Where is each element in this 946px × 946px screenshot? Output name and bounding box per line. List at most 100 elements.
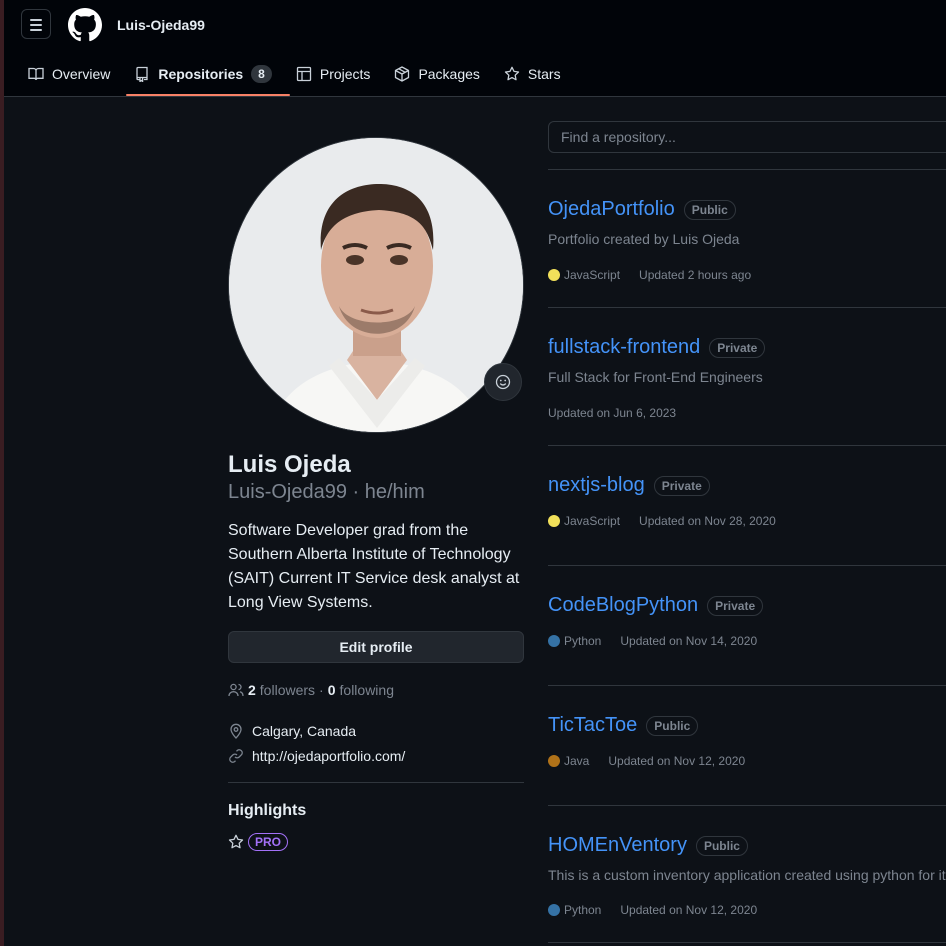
repo-icon (136, 66, 149, 82)
github-logo-icon[interactable] (68, 8, 102, 42)
repo-name-link[interactable]: CodeBlogPython (548, 594, 698, 617)
language-name: JavaScript (564, 514, 621, 528)
repo-language: JavaScript (548, 268, 620, 282)
menu-button[interactable] (21, 9, 51, 39)
visibility-badge: Private (709, 337, 766, 358)
profile-bio: Software Developer grad from the Souther… (228, 522, 520, 611)
tab-repositories[interactable]: Repositories 8 (126, 60, 290, 96)
repo-item: CodeBlogPython Private Python Updated on… (548, 594, 946, 648)
language-name: JavaScript (564, 268, 621, 282)
profile-name: Luis Ojeda (228, 451, 351, 478)
repo-name-link[interactable]: OjedaPortfolio (548, 198, 675, 221)
location-row: Calgary, Canada (228, 723, 356, 739)
repo-divider (548, 169, 946, 170)
book-icon (28, 67, 44, 80)
website-row: http://ojedaportfolio.com/ (228, 748, 405, 764)
followers-link[interactable]: followers (260, 682, 315, 698)
visibility-badge: Public (695, 835, 748, 856)
repo-language: Java (548, 754, 589, 768)
repo-divider (548, 942, 946, 943)
language-name: Python (564, 903, 602, 917)
repo-item: HOMEnVentory Public This is a custom inv… (548, 834, 946, 924)
language-name: Java (564, 754, 590, 768)
repo-updated: Updated on Jun 6, 2023 (548, 406, 677, 420)
repo-item: nextjs-blog Private JavaScript Updated o… (548, 474, 946, 528)
tab-stars[interactable]: Stars (504, 60, 571, 87)
profile-handle: Luis-Ojeda99 · he/him (228, 481, 425, 503)
menu-icon (30, 19, 42, 21)
followers-count[interactable]: 2 (248, 682, 256, 698)
repo-meta: Python Updated on Nov 12, 2020 (548, 903, 757, 917)
tab-overview[interactable]: Overview (28, 60, 120, 87)
tab-overview-label: Overview (52, 65, 111, 82)
repo-divider (548, 805, 946, 806)
repo-count-badge: 8 (251, 64, 272, 83)
pro-highlight: PRO (228, 833, 289, 851)
repo-divider (548, 307, 946, 308)
location-icon (230, 723, 242, 739)
repo-name-link[interactable]: HOMEnVentory (548, 834, 687, 857)
repo-meta: Java Updated on Nov 12, 2020 (548, 754, 745, 768)
tab-projects-label: Projects (319, 65, 371, 82)
header-username[interactable]: Luis-Ojeda99 (117, 17, 205, 33)
repo-meta: JavaScript Updated on Nov 28, 2020 (548, 514, 776, 528)
tab-packages[interactable]: Packages (394, 60, 489, 87)
repo-updated: Updated on Nov 14, 2020 (620, 634, 758, 648)
repo-search-input[interactable] (548, 121, 946, 153)
language-name: Python (564, 634, 602, 648)
repo-description: Portfolio created by Luis Ojeda (548, 231, 740, 247)
repo-language: JavaScript (548, 514, 620, 528)
visibility-badge: Public (646, 715, 699, 736)
repo-meta: Python Updated on Nov 14, 2020 (548, 634, 757, 648)
window-edge (0, 0, 4, 946)
repo-item: TicTacToe Public Java Updated on Nov 12,… (548, 714, 946, 768)
repo-item: OjedaPortfolio Public Portfolio created … (548, 198, 946, 282)
visibility-badge: Public (683, 199, 736, 220)
profile-tabs: Overview Repositories 8 Projects Package… (28, 60, 585, 96)
smiley-icon (495, 374, 511, 390)
repo-name-link[interactable]: nextjs-blog (548, 474, 645, 497)
people-icon (228, 683, 244, 697)
avatar[interactable] (228, 137, 524, 433)
package-icon (395, 65, 410, 82)
language-color-dot (548, 904, 560, 916)
sidebar-divider (228, 782, 524, 783)
repo-description: This is a custom inventory application c… (548, 867, 946, 883)
follow-stats: 2 followers · 0 following (228, 682, 394, 698)
edit-profile-button[interactable]: Edit profile (228, 631, 524, 663)
visibility-badge: Private (653, 475, 710, 496)
repo-updated: Updated 2 hours ago (639, 268, 752, 282)
repo-updated: Updated on Nov 12, 2020 (620, 903, 758, 917)
language-color-dot (548, 635, 560, 647)
following-link[interactable]: following (340, 682, 394, 698)
repo-divider (548, 445, 946, 446)
repo-meta: Updated on Jun 6, 2023 (548, 406, 676, 420)
star-icon (228, 834, 244, 849)
language-color-dot (548, 269, 560, 281)
website-link[interactable]: http://ojedaportfolio.com/ (252, 748, 405, 764)
repo-name-link[interactable]: fullstack-frontend (548, 336, 700, 359)
repo-description: Full Stack for Front-End Engineers (548, 369, 763, 385)
menu-icon-line (30, 29, 42, 31)
repo-name-link[interactable]: TicTacToe (548, 714, 637, 737)
repo-updated: Updated on Nov 28, 2020 (639, 514, 776, 528)
tab-stars-label: Stars (527, 65, 561, 82)
repo-divider (548, 685, 946, 686)
highlights-heading: Highlights (228, 802, 307, 819)
repo-language: Python (548, 903, 601, 917)
language-color-dot (548, 755, 560, 767)
language-color-dot (548, 515, 560, 527)
star-icon (504, 66, 520, 80)
visibility-badge: Private (707, 595, 764, 616)
repo-language: Python (548, 634, 601, 648)
pro-badge[interactable]: PRO (248, 833, 289, 851)
set-status-button[interactable] (484, 363, 522, 401)
repo-meta: JavaScript Updated 2 hours ago (548, 268, 751, 282)
repo-divider (548, 565, 946, 566)
repo-updated: Updated on Nov 12, 2020 (608, 754, 746, 768)
tab-packages-label: Packages (418, 65, 480, 82)
following-count[interactable]: 0 (328, 682, 336, 698)
location-text: Calgary, Canada (252, 723, 357, 739)
top-header: Luis-Ojeda99 Overview Repositories 8 Pro… (4, 0, 946, 97)
tab-projects[interactable]: Projects (296, 60, 381, 87)
